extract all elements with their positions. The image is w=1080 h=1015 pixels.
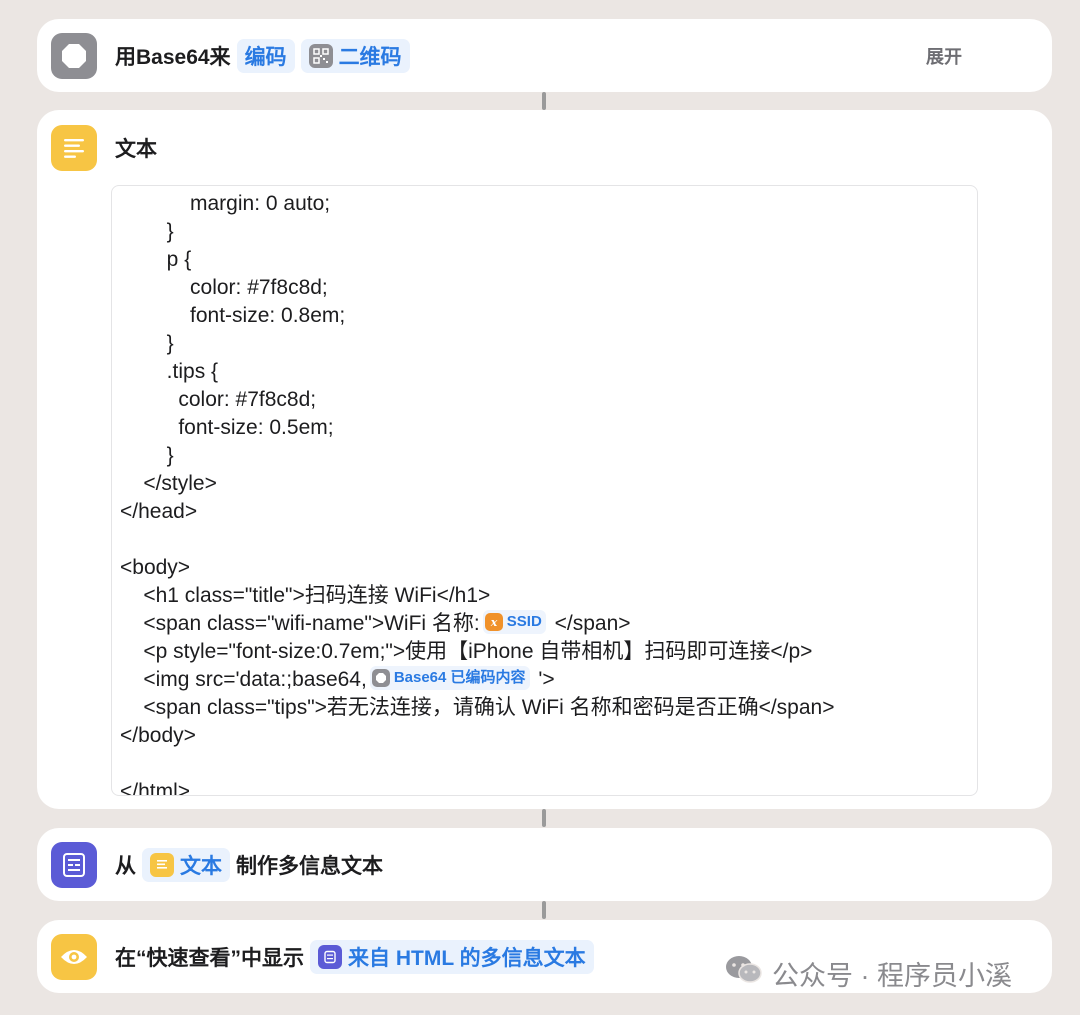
code-line: } — [120, 442, 977, 470]
code-line: </style> — [120, 470, 977, 498]
code-line-text: margin: 0 auto; — [120, 192, 331, 215]
code-line-text: } — [120, 444, 174, 467]
rich-text-icon — [51, 842, 97, 888]
quicklook-title: 在“快速查看”中显示 — [115, 947, 304, 970]
text-editor[interactable]: margin: 0 auto; } p { color: #7f8c8d; fo… — [111, 185, 978, 796]
rich-text-icon — [318, 945, 342, 969]
rich-text-action-card[interactable]: 从 文本 制作多信息文本 — [37, 828, 1052, 901]
code-line: <body> — [120, 554, 977, 582]
code-line: font-size: 0.5em; — [120, 414, 977, 442]
base64-octagon-icon — [51, 33, 97, 79]
flow-connector — [542, 901, 546, 919]
inline-variable-token[interactable]: x SSID — [482, 610, 546, 635]
qr-code-token-label: 二维码 — [338, 46, 402, 69]
code-line-text: } — [120, 220, 174, 243]
expand-button[interactable]: 展开 — [926, 43, 962, 69]
variable-x-icon: x — [484, 613, 503, 632]
code-line-text: color: #7f8c8d; — [120, 276, 328, 299]
code-line: <span class="tips">若无法连接，请确认 WiFi 名称和密码是… — [120, 694, 977, 722]
code-line-text: </head> — [120, 500, 198, 523]
code-line-text: font-size: 0.8em; — [120, 304, 346, 327]
watermark-text: 公众号 · 程序员小溪 — [772, 961, 1012, 991]
watermark: 公众号 · 程序员小溪 — [724, 954, 1012, 993]
qr-code-input-token[interactable]: 二维码 — [300, 39, 410, 73]
base64-octagon-icon — [371, 669, 390, 688]
text-lines-icon — [150, 853, 174, 877]
eye-icon — [51, 934, 97, 980]
wechat-icon — [724, 954, 764, 993]
code-line: </html> — [120, 778, 977, 796]
code-line: </body> — [120, 722, 977, 750]
code-line-text: <p style="font-size:0.7em;">使用【iPhone 自带… — [120, 640, 813, 663]
code-line-text: <h1 class="title">扫码连接 WiFi</h1> — [120, 584, 491, 607]
code-line: <span class="wifi-name">WiFi 名称: x SSID </… — [120, 610, 977, 638]
base64-action-card[interactable]: 用Base64来 编码 二维码 展开 — [37, 19, 1052, 92]
code-line: font-size: 0.8em; — [120, 302, 977, 330]
rich-text-prefix: 从 — [115, 855, 136, 878]
variable-label: SSID — [506, 613, 542, 631]
code-line-text: </style> — [120, 472, 217, 495]
text-input-token[interactable]: 文本 — [142, 848, 230, 882]
text-action-card[interactable]: 文本 margin: 0 auto; } p { color: #7f8c8d;… — [37, 110, 1052, 809]
text-lines-icon — [51, 125, 97, 171]
code-line-text: p { — [120, 248, 192, 271]
code-line-text: font-size: 0.5em; — [120, 416, 334, 439]
encode-mode-token[interactable]: 编码 — [236, 39, 295, 73]
code-line-text: <span class="tips">若无法连接，请确认 WiFi 名称和密码是… — [120, 696, 835, 719]
rich-text-token-label: 来自 HTML 的多信息文本 — [348, 947, 586, 970]
rich-text-suffix: 制作多信息文本 — [236, 855, 383, 878]
code-line: <img src='data:;base64, Base64 已编码内容 '> — [120, 666, 977, 694]
code-line-tail: '> — [532, 668, 555, 691]
code-line: <p style="font-size:0.7em;">使用【iPhone 自带… — [120, 638, 977, 666]
code-line-text: <span class="wifi-name">WiFi 名称: — [120, 612, 480, 635]
code-line-tail: </span> — [548, 612, 631, 635]
code-line-text: </html> — [120, 780, 191, 796]
code-line: </head> — [120, 498, 977, 526]
text-action-title: 文本 — [115, 138, 157, 161]
base64-action-prefix: 用Base64来 — [115, 46, 231, 69]
svg-text:x: x — [489, 616, 497, 628]
code-line-text: </body> — [120, 724, 196, 747]
code-line: <h1 class="title">扫码连接 WiFi</h1> — [120, 582, 977, 610]
flow-connector — [542, 809, 546, 827]
code-line-text: <body> — [120, 556, 191, 579]
text-token-label: 文本 — [180, 855, 222, 878]
inline-variable-token[interactable]: Base64 已编码内容 — [369, 666, 530, 691]
code-line: margin: 0 auto; — [120, 190, 977, 218]
code-line: color: #7f8c8d; — [120, 386, 977, 414]
code-line: .tips { — [120, 358, 977, 386]
code-line-text: color: #7f8c8d; — [120, 388, 317, 411]
code-line: p { — [120, 246, 977, 274]
flow-connector — [542, 92, 546, 110]
code-line: } — [120, 330, 977, 358]
code-line: color: #7f8c8d; — [120, 274, 977, 302]
variable-label: Base64 已编码内容 — [393, 669, 526, 687]
code-line: } — [120, 218, 977, 246]
rich-text-input-token[interactable]: 来自 HTML 的多信息文本 — [310, 940, 594, 974]
code-line-text: .tips { — [120, 360, 219, 383]
code-line-text: } — [120, 332, 174, 355]
qr-code-icon — [308, 44, 333, 68]
code-line-text: <img src='data:;base64, — [120, 668, 367, 691]
